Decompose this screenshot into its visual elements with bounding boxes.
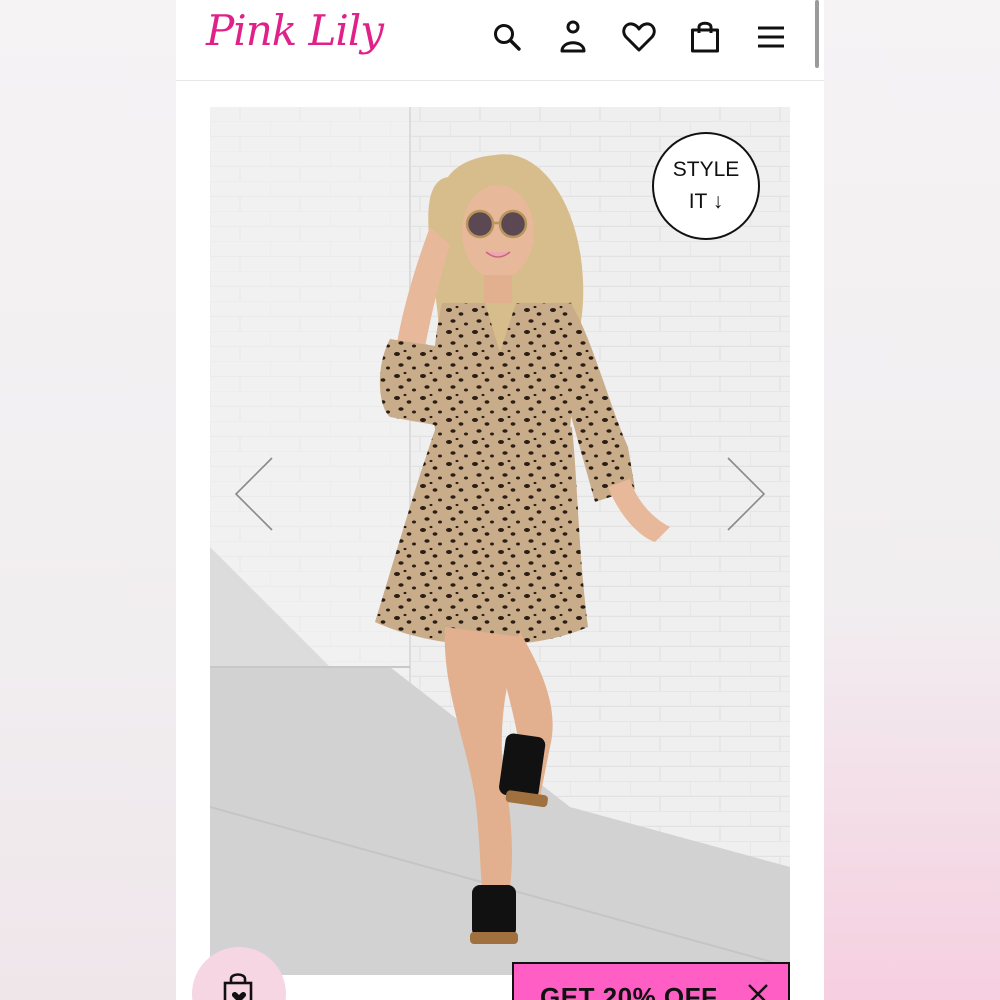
shopping-bag-icon[interactable] (688, 18, 722, 56)
screenshot-stage: Pink Lily STYLE IT ↓ GET 20% OFF (0, 0, 1000, 1000)
style-it-badge[interactable]: STYLE IT ↓ (652, 132, 760, 240)
wishlist-heart-icon[interactable] (622, 18, 656, 56)
site-header: Pink Lily (176, 0, 824, 81)
style-it-line1: STYLE (672, 158, 740, 181)
search-icon[interactable] (490, 18, 524, 56)
shopping-bag-heart-icon (219, 971, 259, 1000)
gallery-prev-arrow-icon[interactable] (234, 456, 274, 532)
style-it-line2: IT ↓ (688, 190, 724, 213)
scrollbar[interactable] (815, 0, 819, 68)
promo-label: GET 20% OFF (540, 982, 718, 1000)
mobile-viewport: Pink Lily STYLE IT ↓ GET 20% OFF (176, 0, 824, 1000)
gallery-next-arrow-icon[interactable] (726, 456, 766, 532)
promo-banner[interactable]: GET 20% OFF (512, 962, 790, 1000)
background-right (824, 0, 1000, 1000)
close-icon[interactable] (746, 982, 770, 1000)
brand-logo[interactable]: Pink Lily (206, 6, 384, 55)
background-left (0, 0, 176, 1000)
hamburger-menu-icon[interactable] (754, 18, 788, 56)
account-icon[interactable] (556, 18, 590, 56)
